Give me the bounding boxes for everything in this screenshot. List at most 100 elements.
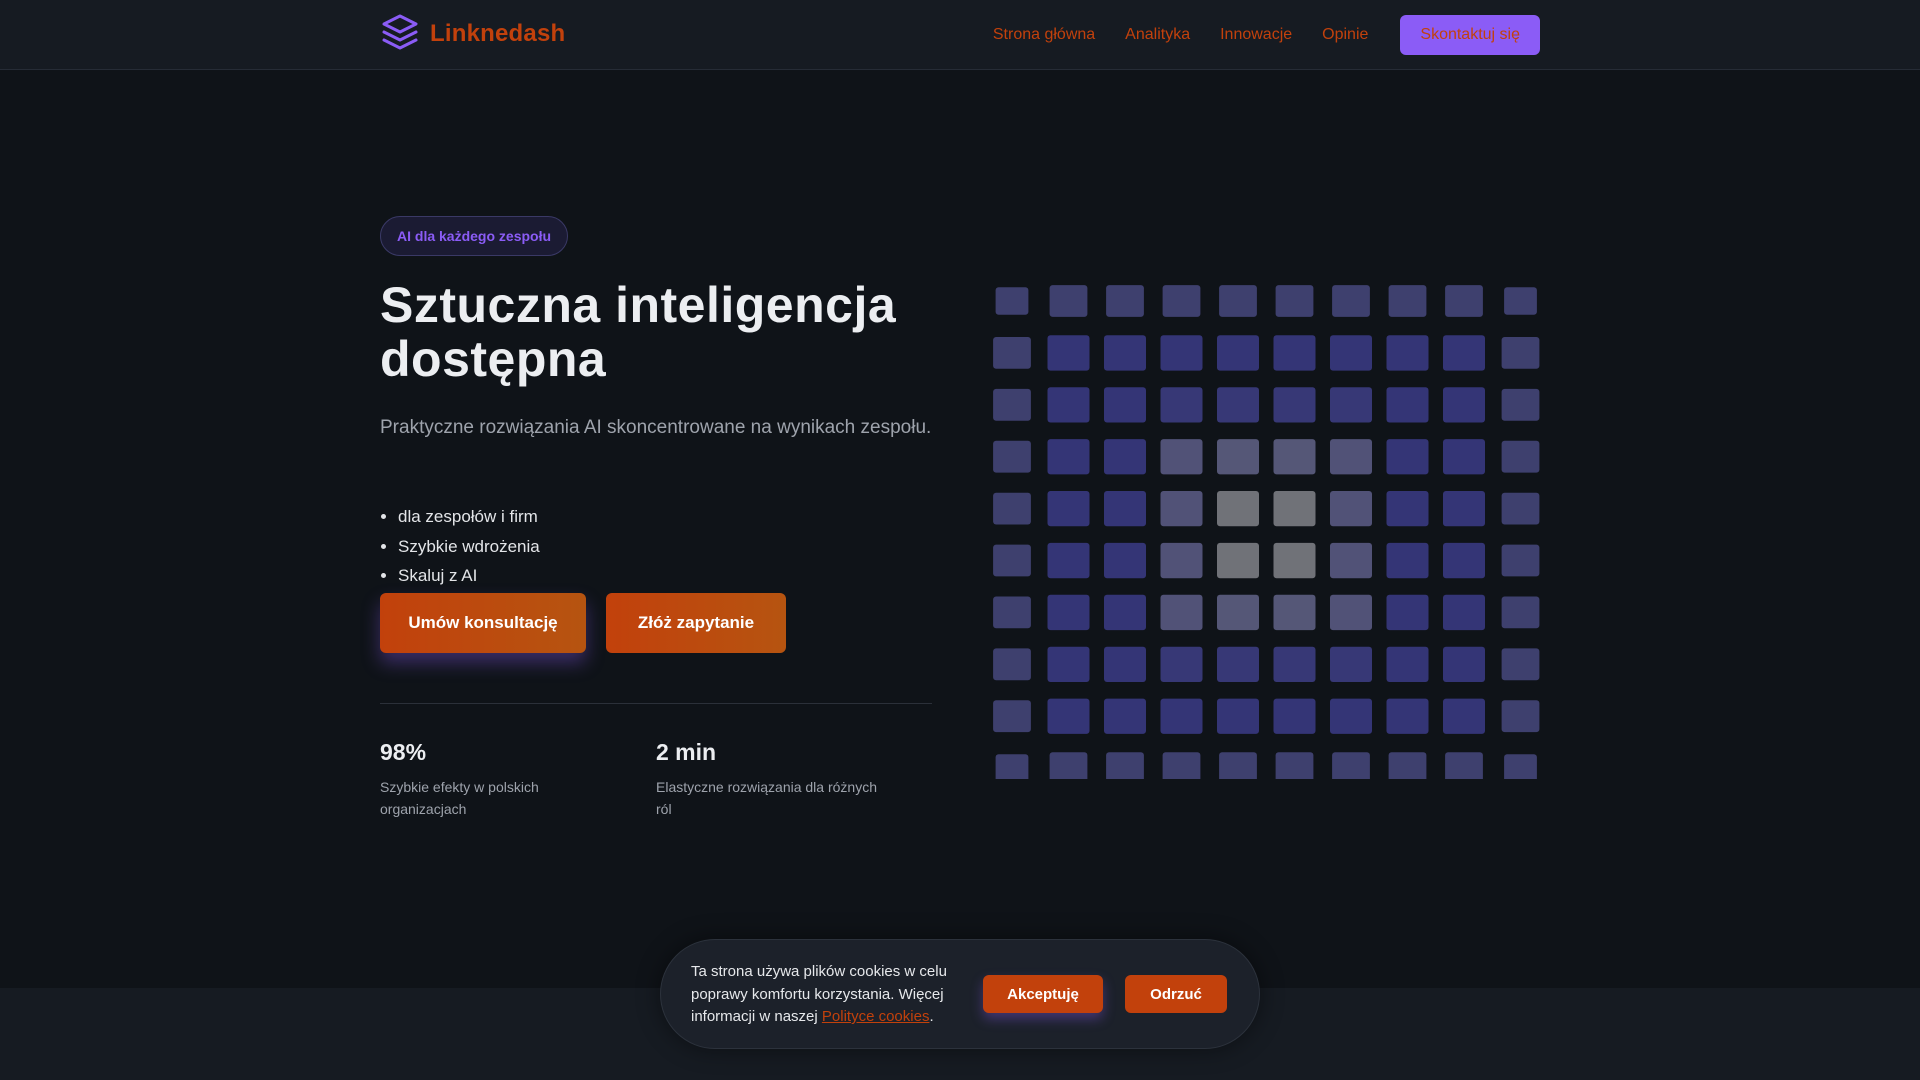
grid-tile: [1047, 698, 1090, 734]
grid-tile: [993, 440, 1031, 473]
reject-cookies-button[interactable]: Odrzuć: [1125, 975, 1227, 1013]
grid-tile: [1501, 388, 1540, 421]
grid-tile: [1273, 646, 1316, 682]
grid-tile: [1504, 287, 1537, 315]
brand-name: Linknedash: [430, 20, 566, 47]
grid-tile: [1443, 439, 1485, 475]
grid-tile: [1386, 646, 1429, 682]
grid-tile: [1443, 542, 1485, 579]
grid-tile: [1330, 594, 1372, 631]
grid-tile: [1160, 646, 1203, 682]
grid-tile: [1217, 646, 1259, 682]
grid-tile: [995, 287, 1029, 315]
grid-tile: [993, 492, 1031, 525]
feature-item: dla zespołów i firm: [398, 502, 932, 532]
grid-tile: [1047, 439, 1090, 475]
grid-tile: [1330, 542, 1372, 579]
submit-inquiry-button[interactable]: Złóż zapytanie: [606, 592, 786, 653]
grid-tile: [1445, 285, 1483, 317]
grid-tile: [1047, 335, 1090, 371]
grid-tile: [1501, 648, 1540, 681]
feature-item: Szybkie wdrożenia: [398, 532, 932, 562]
grid-tile: [1273, 439, 1316, 475]
grid-tile: [993, 596, 1031, 629]
grid-tile: [1501, 337, 1540, 369]
grid-tile: [1104, 594, 1146, 631]
grid-tile: [1386, 335, 1429, 371]
grid-tile: [1047, 542, 1090, 579]
grid-tile: [1273, 491, 1316, 527]
nav-link-reviews[interactable]: Opinie: [1322, 26, 1368, 44]
grid-tile: [1330, 646, 1372, 682]
grid-tile: [1501, 492, 1540, 525]
grid-tile: [1217, 594, 1259, 631]
hero-section: AI dla każdego zespołu Sztuczna intelige…: [380, 216, 932, 820]
grid-tile: [1219, 285, 1257, 317]
grid-tile: [1049, 752, 1088, 784]
grid-tile: [993, 700, 1031, 733]
grid-tile: [1104, 439, 1146, 475]
grid-tile: [1388, 752, 1427, 784]
grid-tile: [1273, 698, 1316, 734]
grid-tile: [1388, 285, 1427, 317]
nav-link-innovations[interactable]: Innowacje: [1220, 26, 1292, 44]
grid-tile: [1386, 594, 1429, 631]
grid-tile: [1443, 646, 1485, 682]
layers-icon: [380, 12, 420, 57]
feature-list: dla zespołów i firm Szybkie wdrożenia Sk…: [380, 502, 932, 591]
hero-buttons: Umów konsultację Złóż zapytanie: [380, 592, 932, 653]
grid-tile: [1332, 285, 1370, 317]
grid-tile: [1275, 285, 1314, 317]
hero-title-line1: Sztuczna inteligencja: [380, 277, 897, 333]
grid-tile: [1273, 594, 1316, 631]
grid-tile: [1443, 491, 1485, 527]
grid-tile: [1386, 387, 1429, 423]
grid-tile: [993, 388, 1031, 421]
grid-tile: [1217, 698, 1259, 734]
divider: [380, 702, 932, 704]
stat-value: 2 min: [656, 738, 717, 765]
grid-tile: [1160, 698, 1203, 734]
book-consultation-button[interactable]: Umów konsultację: [380, 592, 586, 653]
grid-tile: [1047, 491, 1090, 527]
grid-tile: [1104, 335, 1146, 371]
grid-tile: [1104, 698, 1146, 734]
nav-link-analytics[interactable]: Analityka: [1125, 26, 1190, 44]
grid-tile: [1160, 387, 1203, 423]
grid-tile: [1160, 335, 1203, 371]
grid-tile: [1445, 752, 1483, 784]
brand-logo-link[interactable]: Linknedash: [380, 14, 565, 54]
grid-tile: [993, 544, 1031, 577]
hero-title: Sztuczna inteligencja dostępna: [380, 278, 932, 386]
grid-tile: [1386, 491, 1429, 527]
grid-tile: [1160, 491, 1203, 527]
grid-tile: [1047, 387, 1090, 423]
accept-cookies-button[interactable]: Akceptuję: [983, 975, 1103, 1013]
feature-item: Skaluj z AI: [398, 561, 932, 591]
stat-item: 98% Szybkie efekty w polskich organizacj…: [380, 739, 656, 820]
grid-tile: [1386, 698, 1429, 734]
hero-badge: AI dla każdego zespołu: [380, 216, 569, 256]
cookie-message: Ta strona używa plików cookies w celu po…: [691, 961, 971, 1029]
grid-tile: [1106, 285, 1144, 317]
grid-tile: [1386, 542, 1429, 579]
grid-tile: [1217, 439, 1259, 475]
grid-tile: [1501, 544, 1540, 577]
grid-tile: [1332, 752, 1370, 784]
main-nav: Strona główna Analityka Innowacje Opinie…: [993, 15, 1540, 55]
grid-tile: [1047, 646, 1090, 682]
grid-tile: [1217, 335, 1259, 371]
grid-tile: [1104, 542, 1146, 579]
grid-tile: [1217, 491, 1259, 527]
grid-tile: [1104, 387, 1146, 423]
nav-link-home[interactable]: Strona główna: [993, 26, 1095, 44]
cookie-policy-link[interactable]: Polityce cookies: [822, 1008, 930, 1025]
grid-tile: [993, 337, 1031, 369]
grid-tile: [1217, 542, 1259, 579]
stat-value: 98%: [380, 738, 427, 765]
contact-button[interactable]: Skontaktuj się: [1400, 15, 1540, 55]
stats-row: 98% Szybkie efekty w polskich organizacj…: [380, 739, 932, 820]
grid-tile: [1162, 752, 1201, 784]
grid-tile: [1275, 752, 1314, 784]
grid-tile: [995, 754, 1029, 782]
